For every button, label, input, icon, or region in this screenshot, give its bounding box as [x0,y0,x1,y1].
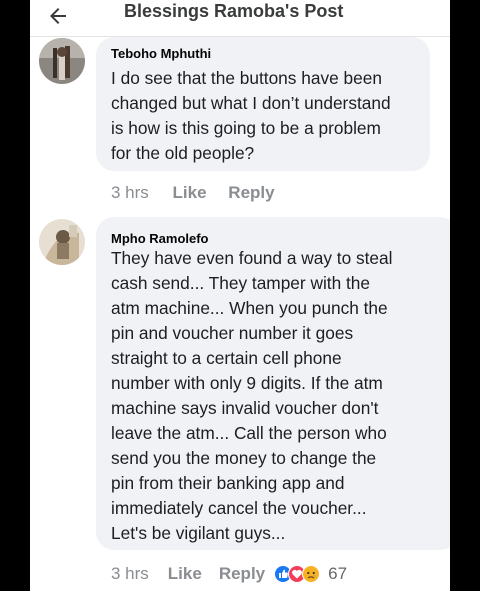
comment-bubble: Teboho Mphuthi I do see that the buttons… [96,37,430,171]
profile-photo-icon [39,219,85,265]
comment-timestamp: 3 hrs [111,564,149,583]
reply-button[interactable]: Reply [228,183,274,202]
comment-timestamp: 3 hrs [111,183,149,202]
top-bar: Blessings Ramoba's Post [30,0,450,37]
reactions-summary[interactable]: 67 [274,564,347,584]
back-arrow-icon[interactable] [46,4,70,28]
like-button[interactable]: Like [173,183,207,202]
reply-button[interactable]: Reply [219,564,265,584]
comment-author[interactable]: Mpho Ramolefo [111,231,209,246]
comment-text: I do see that the buttons have been chan… [111,68,391,163]
profile-photo-icon [39,38,85,84]
reaction-count: 67 [328,564,348,583]
sad-reaction-icon [302,565,321,583]
page-title: Blessings Ramoba's Post [124,1,344,21]
like-button[interactable]: Like [168,564,202,584]
post-comments-screen: Blessings Ramoba's Post Teboho Mphuthi I… [30,0,450,591]
comment-actions: 3 hrs Like Reply [111,183,275,203]
comment-text: They have even found a way to steal cash… [111,248,393,543]
comment-bubble: Mpho Ramolefo They have even found a way… [96,217,450,550]
comment-author[interactable]: Teboho Mphuthi [111,46,211,61]
avatar[interactable] [39,38,85,84]
comment-actions: 3 hrs Like Reply 67 [111,564,347,584]
avatar[interactable] [39,219,85,265]
